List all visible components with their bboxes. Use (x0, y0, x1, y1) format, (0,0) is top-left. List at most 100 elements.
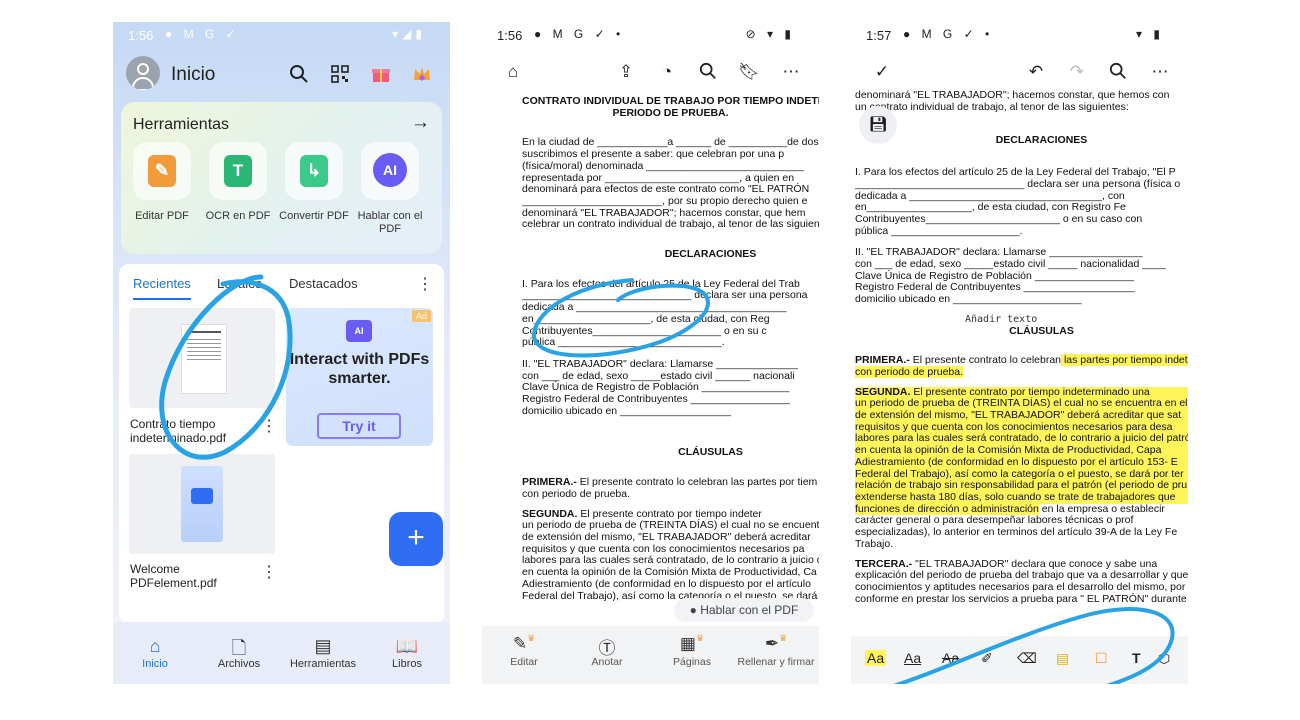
bottom-nav: ⌂ Inicio 🗋 Archivos ▤ Herramientas 📖 Libros (113, 622, 450, 684)
annotate-icon: Ⓣ (598, 639, 616, 658)
tool-ocr[interactable]: T OCR en PDF (200, 142, 276, 223)
nav-herramientas[interactable]: ▤ Herramientas (281, 636, 365, 670)
pages-icon: ▦♛ (679, 633, 705, 653)
battery-icon: ⊘ ▾ ▮ (745, 27, 795, 41)
file-more-icon[interactable]: ⋮ (261, 416, 277, 436)
pen-icon[interactable]: ✐ (981, 650, 993, 667)
edit-button[interactable]: ✎♛ Editar (482, 633, 569, 668)
gift-icon[interactable] (371, 64, 391, 84)
nav-inicio[interactable]: ⌂ Inicio (113, 636, 197, 670)
section-heading: CLÁUSULAS (1009, 324, 1074, 337)
section-heading: DECLARACIONES (664, 248, 757, 261)
add-button[interactable]: + (389, 512, 443, 566)
underline-tool[interactable]: Aa (904, 650, 921, 666)
book-icon: 📖 (395, 636, 419, 656)
search-icon[interactable] (289, 64, 309, 84)
add-text-placeholder[interactable]: Añadir texto (855, 314, 1188, 326)
theme-icon[interactable]: ◔ (656, 62, 678, 82)
document-preview-icon (181, 324, 227, 394)
battery-icon: ▾ ▮ (1136, 27, 1164, 41)
ad-badge: Ad (411, 310, 431, 322)
status-bar: 1:57 ● M G ✓ • ▾ ▮ (851, 22, 1188, 48)
signature-icon: ✒♛ (764, 633, 788, 653)
file-thumbnail[interactable] (129, 308, 275, 408)
nav-archivos[interactable]: 🗋 Archivos (197, 636, 281, 670)
ocr-icon: T (224, 155, 252, 187)
nav-libros[interactable]: 📖 Libros (365, 636, 449, 670)
files-card: Recientes Locales Destacados ⋮ Contrato … (119, 264, 444, 624)
edit-pdf-icon: ✎ (148, 155, 176, 187)
home-screen: 1:56 ● M G ✓ ▾◢▮ Inicio Herramientas → ✎… (113, 22, 450, 684)
check-icon[interactable]: ✓ (871, 62, 893, 82)
more-icon[interactable]: ⋯ (780, 62, 802, 82)
scan-icon[interactable] (330, 64, 350, 84)
welcome-preview-icon (181, 466, 223, 542)
tab-locales[interactable]: Locales (217, 276, 262, 291)
ad-text: Interact with PDFs smarter. (289, 351, 430, 387)
highlight-tool[interactable]: Aa (865, 650, 887, 666)
doc-title: CONTRATO INDIVIDUAL DE TRABAJO POR TIEMP… (522, 96, 819, 107)
notification-icons: ● M G ✓ (165, 27, 240, 41)
edit-icon: ✎♛ (512, 633, 536, 653)
annotate-button[interactable]: Ⓣ Anotar (562, 634, 652, 668)
more-icon[interactable]: ⋯ (1149, 62, 1171, 82)
sticky-note-icon[interactable]: ▤ (1056, 650, 1069, 667)
doc-title: PERIODO DE PRUEBA. (612, 106, 729, 119)
more-icon[interactable]: ⋮ (417, 274, 433, 294)
notification-icons: ● M G ✓ • (534, 27, 625, 41)
annotation-toolbar: Aa Aa Aa ✐ ⌫ ▤ ☐ T ⬡ (851, 636, 1188, 684)
status-time: 1:57 (866, 28, 892, 43)
file-more-icon[interactable]: ⋮ (261, 562, 277, 582)
convert-icon: ↳ (300, 155, 328, 187)
ad-banner[interactable]: Ad AI Interact with PDFs smarter. Try it (286, 308, 433, 446)
home-icon[interactable]: ⌂ (502, 62, 524, 82)
arrow-right-icon[interactable]: → (411, 112, 430, 134)
file-name[interactable]: Welcome PDFelement.pdf (130, 562, 260, 590)
file-icon: 🗋 (231, 638, 247, 658)
section-heading: DECLARACIONES (995, 134, 1088, 147)
tab-destacados[interactable]: Destacados (289, 276, 358, 291)
status-bar: 1:56 ● M G ✓ • ⊘ ▾ ▮ (482, 22, 819, 48)
file-name[interactable]: Contrato tiempo indeterminado.pdf (130, 417, 260, 445)
settings-icon[interactable]: ⬡ (1158, 650, 1170, 667)
ai-chat-icon: ● (689, 603, 697, 617)
tool-convert[interactable]: ↳ Convertir PDF (276, 142, 352, 223)
redo-icon[interactable]: ↷ (1066, 62, 1088, 82)
file-thumbnail[interactable] (129, 454, 275, 554)
battery-icon: ▾◢▮ (392, 27, 426, 41)
tool-label: Hablar con el PDF (357, 210, 423, 235)
page-title: Inicio (171, 64, 216, 85)
highlighted-text[interactable]: con periodo de prueba. (855, 365, 963, 378)
share-icon[interactable]: ⇪ (615, 62, 637, 82)
pages-button[interactable]: ▦♛ Páginas (647, 633, 737, 668)
document-page: denominará "EL TRABAJADOR"; hacemos cons… (855, 90, 1188, 605)
fill-sign-button[interactable]: ✒♛ Rellenar y firmar (731, 633, 819, 668)
crown-icon[interactable] (412, 64, 432, 84)
highlighted-text[interactable]: las partes por tiempo indet (1061, 354, 1188, 367)
tool-label: Editar PDF (135, 210, 189, 222)
search-icon[interactable] (1107, 62, 1129, 85)
try-it-button[interactable]: Try it (317, 413, 401, 439)
save-icon[interactable]: 💾︎ (859, 106, 897, 144)
section-heading: CLÁUSULAS (678, 446, 743, 459)
chat-with-pdf-button[interactable]: ● Hablar con el PDF (674, 598, 814, 622)
text-tool-icon[interactable]: T (1132, 650, 1141, 666)
bookmark-icon[interactable]: 🔖︎ (738, 62, 760, 82)
status-time: 1:56 (128, 28, 154, 43)
ai-logo-icon: AI (346, 320, 372, 342)
tool-ai-chat[interactable]: AI Hablar con el PDF (352, 142, 428, 236)
search-icon[interactable] (697, 62, 719, 85)
avatar[interactable] (126, 56, 160, 90)
document-page: CONTRATO INDIVIDUAL DE TRABAJO POR TIEMP… (522, 96, 819, 602)
tab-indicator (133, 298, 191, 300)
tool-label: OCR en PDF (205, 210, 271, 222)
tab-recientes[interactable]: Recientes (133, 276, 191, 291)
tool-edit-pdf[interactable]: ✎ Editar PDF (124, 142, 200, 223)
eraser-icon[interactable]: ⌫ (1017, 650, 1037, 667)
toolbox-icon: ▤ (314, 636, 332, 656)
strikethrough-tool[interactable]: Aa (942, 650, 959, 666)
home-icon: ⌂ (149, 636, 161, 656)
undo-icon[interactable]: ↶ (1025, 62, 1047, 82)
shape-icon[interactable]: ☐ (1095, 650, 1108, 667)
status-bar: 1:56 ● M G ✓ ▾◢▮ (113, 22, 450, 48)
